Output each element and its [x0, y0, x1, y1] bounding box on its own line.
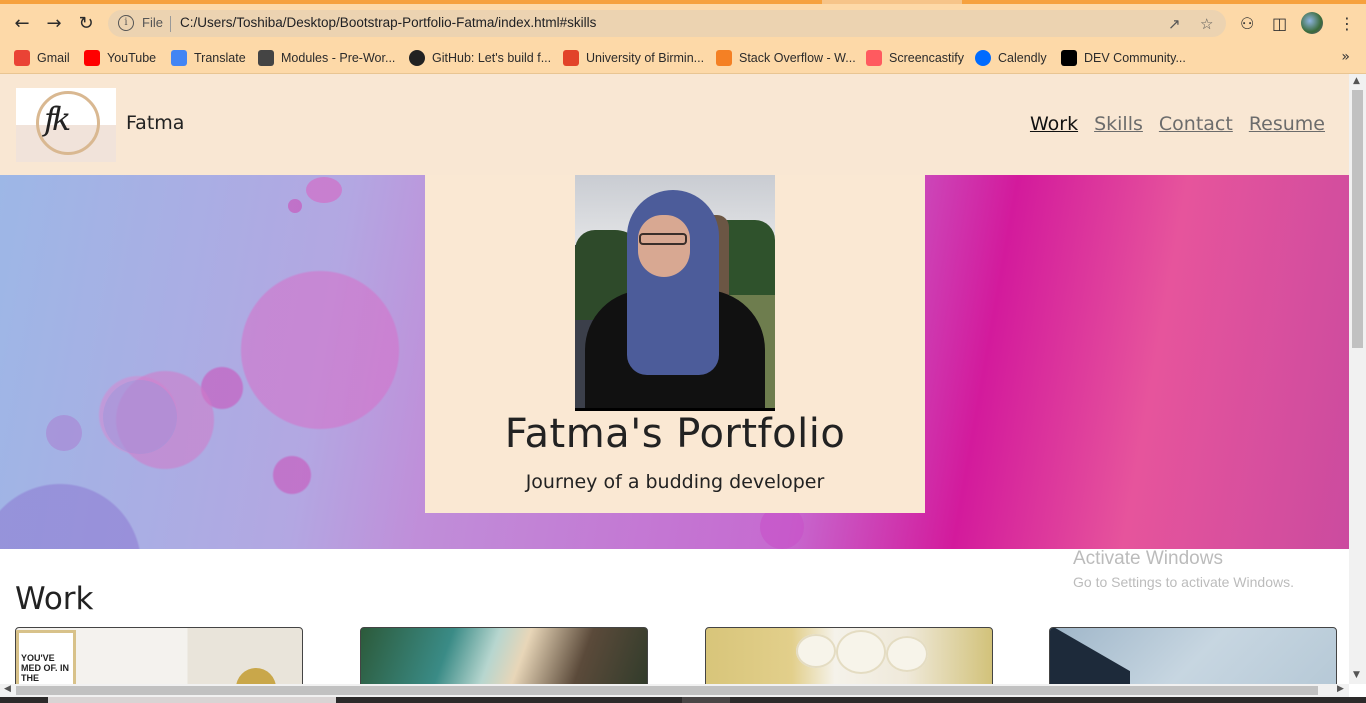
- activate-windows-watermark: Activate Windows Go to Settings to activ…: [1073, 548, 1294, 590]
- bookmark-label: Gmail: [37, 51, 70, 65]
- bookmark-label: Modules - Pre-Wor...: [281, 51, 396, 65]
- site-info-icon[interactable]: i: [118, 15, 134, 31]
- work-section-title: Work: [15, 581, 94, 617]
- poster-frame: YOU'VE MED OF. IN THE: [16, 630, 76, 684]
- stackoverflow-icon: [716, 50, 732, 66]
- profile-avatar[interactable]: [1301, 12, 1323, 34]
- bookmark-gmail[interactable]: Gmail: [14, 49, 70, 67]
- file-scheme-label: File: [142, 15, 163, 30]
- bookmarks-bar: Gmail YouTube Translate Modules - Pre-Wo…: [0, 42, 1366, 74]
- poster-text: YOU'VE MED OF. IN THE: [21, 653, 70, 683]
- photo-glasses: [639, 233, 687, 245]
- vertical-scroll-thumb[interactable]: [1352, 90, 1363, 348]
- work-card-4[interactable]: [1049, 627, 1337, 684]
- work-card-3[interactable]: [705, 627, 993, 684]
- bookmark-label: YouTube: [107, 51, 157, 65]
- scroll-right-icon[interactable]: ▶: [1337, 684, 1344, 694]
- hero-banner: Fatma's Portfolio Journey of a budding d…: [0, 175, 1349, 549]
- omnibox-separator: [170, 16, 171, 32]
- page-viewport: fk Fatma Work Skills Contact Resume Fatm…: [0, 74, 1349, 684]
- site-navbar: fk Fatma Work Skills Contact Resume: [0, 74, 1349, 175]
- bookmark-label: Screencastify: [889, 51, 965, 65]
- hero-bubble: [46, 415, 82, 451]
- lamp-image: [236, 668, 276, 684]
- scroll-up-icon[interactable]: ▲: [1353, 76, 1360, 86]
- horizontal-scroll-thumb[interactable]: [16, 686, 1318, 695]
- site-logo[interactable]: fk: [16, 88, 116, 162]
- profile-photo: [575, 175, 775, 411]
- bookmark-university[interactable]: University of Birmin...: [563, 49, 704, 67]
- browser-toolbar: ← → ↻ i File C:/Users/Toshiba/Desktop/Bo…: [0, 4, 1366, 42]
- activate-windows-subtitle: Go to Settings to activate Windows.: [1073, 574, 1294, 590]
- menu-kebab-icon[interactable]: ⋮: [1339, 14, 1355, 33]
- flower-image: [886, 636, 928, 672]
- screencastify-icon: [866, 50, 882, 66]
- extensions-icon[interactable]: ⚇: [1240, 14, 1254, 33]
- scroll-left-icon[interactable]: ◀: [4, 684, 11, 694]
- side-panel-icon[interactable]: ◫: [1272, 14, 1287, 33]
- nav-link-contact[interactable]: Contact: [1159, 113, 1233, 135]
- bookmark-translate[interactable]: Translate: [171, 49, 246, 67]
- gmail-icon: [14, 50, 30, 66]
- hero-card: Fatma's Portfolio Journey of a budding d…: [425, 175, 925, 513]
- brand-name[interactable]: Fatma: [126, 112, 184, 134]
- work-card-1[interactable]: YOU'VE MED OF. IN THE: [15, 627, 303, 684]
- reload-icon[interactable]: ↻: [74, 11, 98, 35]
- hero-bubble: [103, 380, 177, 454]
- bookmark-modules[interactable]: Modules - Pre-Wor...: [258, 49, 395, 67]
- address-bar[interactable]: i File C:/Users/Toshiba/Desktop/Bootstra…: [108, 10, 1226, 37]
- back-icon[interactable]: ←: [10, 11, 34, 35]
- translate-icon: [171, 50, 187, 66]
- photo-face: [638, 215, 690, 277]
- taskbar-item[interactable]: [48, 697, 336, 703]
- url-text[interactable]: C:/Users/Toshiba/Desktop/Bootstrap-Portf…: [180, 15, 596, 30]
- dev-icon: [1061, 50, 1077, 66]
- logo-monogram: fk: [44, 100, 71, 138]
- work-card-2[interactable]: [360, 627, 648, 684]
- scroll-down-icon[interactable]: ▼: [1353, 670, 1360, 680]
- nav-link-work[interactable]: Work: [1030, 113, 1078, 135]
- hero-subtitle: Journey of a budding developer: [525, 471, 825, 493]
- bookmark-label: Calendly: [998, 51, 1047, 65]
- more-bookmarks-icon[interactable]: »: [1341, 49, 1350, 65]
- bookmark-star-icon[interactable]: ☆: [1200, 15, 1213, 33]
- bookmark-stackoverflow[interactable]: Stack Overflow - W...: [716, 49, 856, 67]
- os-taskbar: [0, 697, 1366, 703]
- github-icon: [409, 50, 425, 66]
- bookmark-calendly[interactable]: Calendly: [975, 49, 1047, 67]
- calendly-icon: [975, 50, 991, 66]
- flower-image: [836, 630, 886, 674]
- activate-windows-title: Activate Windows: [1073, 548, 1223, 569]
- modules-icon: [258, 50, 274, 66]
- bookmark-label: DEV Community...: [1084, 51, 1186, 65]
- taskbar-item[interactable]: [682, 697, 730, 703]
- youtube-icon: [84, 50, 100, 66]
- bookmark-label: Translate: [194, 51, 246, 65]
- hero-bubble: [306, 177, 342, 203]
- bookmark-label: GitHub: Let's build f...: [432, 51, 552, 65]
- gitlab-icon: [563, 50, 579, 66]
- bookmark-label: Stack Overflow - W...: [739, 51, 856, 65]
- bookmark-dev[interactable]: DEV Community...: [1061, 49, 1186, 67]
- flower-image: [796, 634, 836, 668]
- forward-icon[interactable]: →: [42, 11, 66, 35]
- bookmark-label: University of Birmin...: [586, 51, 705, 65]
- bookmark-github[interactable]: GitHub: Let's build f...: [409, 49, 551, 67]
- bookmark-youtube[interactable]: YouTube: [84, 49, 156, 67]
- horizontal-scrollbar[interactable]: ◀ ▶: [0, 684, 1349, 697]
- vertical-scrollbar[interactable]: ▲ ▼: [1349, 74, 1366, 684]
- device-corner: [1050, 628, 1130, 684]
- share-icon[interactable]: ↗: [1168, 15, 1181, 33]
- nav-links: Work Skills Contact Resume: [1030, 113, 1325, 135]
- hero-bubble: [288, 199, 302, 213]
- nav-link-resume[interactable]: Resume: [1249, 113, 1325, 135]
- hero-title: Fatma's Portfolio: [504, 411, 846, 457]
- nav-link-skills[interactable]: Skills: [1094, 113, 1143, 135]
- bookmark-screencastify[interactable]: Screencastify: [866, 49, 964, 67]
